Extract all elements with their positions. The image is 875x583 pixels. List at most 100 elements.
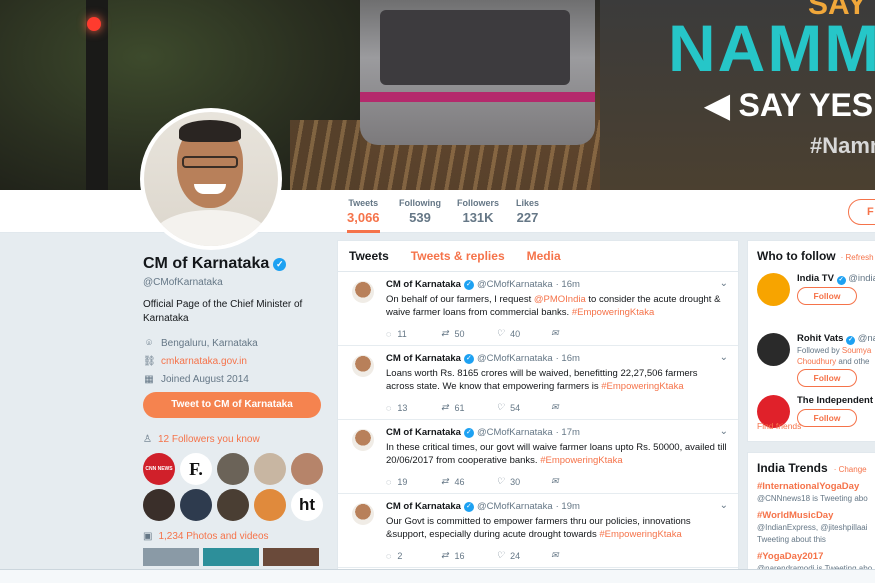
mention-link[interactable]: @PMOIndia xyxy=(534,294,586,305)
tweet-avatar[interactable] xyxy=(352,429,374,451)
retweet-button[interactable]: ⇄ 50 xyxy=(441,328,496,339)
reply-button[interactable]: ◌ 13 xyxy=(386,402,441,413)
envelope-icon: ✉ xyxy=(551,328,559,338)
tweet-author-handle[interactable]: @CMofKarnataka xyxy=(477,279,553,290)
tweet-item[interactable]: CM of Karnataka ✓ @CMofKarnataka · 17m ⌄… xyxy=(338,420,738,494)
photo-thumb[interactable] xyxy=(143,548,199,566)
hashtag-link[interactable]: #EmpoweringKtaka xyxy=(601,381,683,392)
tweet-author-name[interactable]: CM of Karnataka xyxy=(386,501,461,512)
suggestion-handle[interactable]: @na xyxy=(858,333,875,344)
nav-followers-count: 131K xyxy=(462,210,494,225)
tweet-author-handle[interactable]: @CMofKarnataka xyxy=(477,353,553,364)
change-trends-link[interactable]: · Change xyxy=(834,465,867,474)
photos-videos-link[interactable]: 1,234 Photos and videos xyxy=(158,531,268,542)
trend-item[interactable]: #InternationalYogaDay @CNNnews18 is Twee… xyxy=(757,481,875,504)
nav-following[interactable]: Following 539 xyxy=(399,198,441,225)
chevron-down-icon[interactable]: ⌄ xyxy=(720,278,728,289)
tweet-item[interactable]: CM of Karnataka ✓ @CMofKarnataka · 16m ⌄… xyxy=(338,346,738,420)
envelope-icon: ✉ xyxy=(551,550,559,560)
direct-message-button[interactable]: ✉ xyxy=(551,550,606,561)
follower-avatar[interactable] xyxy=(254,489,286,521)
retweet-button[interactable]: ⇄ 61 xyxy=(441,402,496,413)
follower-avatar[interactable] xyxy=(217,489,249,521)
trend-hashtag[interactable]: #WorldMusicDay xyxy=(757,510,875,521)
direct-message-button[interactable]: ✉ xyxy=(551,476,606,487)
hashtag-link[interactable]: #EmpoweringKtaka xyxy=(540,455,622,466)
followed-by-link[interactable]: Choudhury xyxy=(797,357,836,366)
nav-likes[interactable]: Likes 227 xyxy=(516,198,539,225)
like-button[interactable]: ♡ 24 xyxy=(496,550,551,561)
chevron-down-icon[interactable]: ⌄ xyxy=(720,500,728,511)
like-button[interactable]: ♡ 54 xyxy=(496,402,551,413)
trend-hashtag[interactable]: #YogaDay2017 xyxy=(757,551,875,562)
chevron-down-icon[interactable]: ⌄ xyxy=(720,352,728,363)
tweet-item[interactable]: CM of Karnataka ✓ @CMofKarnataka · 19m ⌄… xyxy=(338,494,738,568)
profile-handle[interactable]: @CMofKarnataka xyxy=(143,277,323,288)
follower-avatar[interactable] xyxy=(180,489,212,521)
hashtag-link[interactable]: #EmpoweringKtaka xyxy=(599,529,681,540)
photo-thumb[interactable] xyxy=(203,548,259,566)
chevron-down-icon[interactable]: ⌄ xyxy=(720,426,728,437)
tab-tweets[interactable]: Tweets xyxy=(349,249,389,271)
follower-avatar[interactable] xyxy=(254,453,286,485)
tweet-author-name[interactable]: CM of Karnataka xyxy=(386,427,461,438)
tweet-time[interactable]: · 19m xyxy=(556,501,580,512)
reply-button[interactable]: ◌ 2 xyxy=(386,550,441,561)
find-friends-link[interactable]: Find friends xyxy=(757,421,801,431)
refresh-link[interactable]: · Refresh xyxy=(841,253,874,262)
trend-hashtag[interactable]: #InternationalYogaDay xyxy=(757,481,875,492)
follower-avatar[interactable] xyxy=(291,453,323,485)
suggestion-name[interactable]: The Independent xyxy=(797,395,873,406)
nav-followers[interactable]: Followers 131K xyxy=(457,198,499,225)
retweet-button[interactable]: ⇄ 46 xyxy=(441,476,496,487)
suggestion-avatar[interactable] xyxy=(757,273,790,306)
suggestion-avatar[interactable] xyxy=(757,333,790,366)
image-icon: ▣ xyxy=(143,531,153,542)
like-button[interactable]: ♡ 30 xyxy=(496,476,551,487)
follower-avatar[interactable] xyxy=(143,489,175,521)
tab-tweets-replies[interactable]: Tweets & replies xyxy=(411,249,505,271)
tweet-author-name[interactable]: CM of Karnataka xyxy=(386,279,461,290)
avatar-shirt xyxy=(154,210,268,246)
like-button[interactable]: ♡ 40 xyxy=(496,328,551,339)
tweet-time[interactable]: · 16m xyxy=(556,279,580,290)
nav-tweets[interactable]: Tweets 3,066 xyxy=(347,198,380,233)
tweet-avatar[interactable] xyxy=(352,281,374,303)
retweet-count: 50 xyxy=(454,328,465,339)
profile-avatar[interactable] xyxy=(140,108,282,250)
tweet-avatar[interactable] xyxy=(352,503,374,525)
tweet-to-button[interactable]: Tweet to CM of Karnataka xyxy=(143,392,321,418)
tab-media[interactable]: Media xyxy=(527,249,561,271)
suggestion-handle[interactable]: @india xyxy=(848,273,875,284)
photo-strip xyxy=(143,548,323,566)
reply-button[interactable]: ◌ 11 xyxy=(386,328,441,339)
suggestion-name[interactable]: Rohit Vats xyxy=(797,333,843,344)
tweet-author-name[interactable]: CM of Karnataka xyxy=(386,353,461,364)
follow-button[interactable]: F xyxy=(848,199,875,225)
profile-name[interactable]: CM of Karnataka xyxy=(143,255,269,273)
tweet-author-handle[interactable]: @CMofKarnataka xyxy=(477,501,553,512)
tweet-author-handle[interactable]: @CMofKarnataka xyxy=(477,427,553,438)
followers-you-know-link[interactable]: 12 Followers you know xyxy=(158,434,260,445)
reply-button[interactable]: ◌ 19 xyxy=(386,476,441,487)
follower-avatar[interactable] xyxy=(217,453,249,485)
hashtag-link[interactable]: #EmpoweringKtaka xyxy=(572,307,654,318)
direct-message-button[interactable]: ✉ xyxy=(551,328,606,339)
tweet-time[interactable]: · 16m xyxy=(556,353,580,364)
photo-thumb[interactable] xyxy=(263,548,319,566)
follower-avatar[interactable]: ht xyxy=(291,489,323,521)
follow-suggestion-button[interactable]: Follow xyxy=(797,287,857,305)
followed-by-link[interactable]: Soumya xyxy=(842,346,871,355)
follower-avatar[interactable]: F. xyxy=(180,453,212,485)
tweet-item[interactable]: CM of Karnataka ✓ @CMofKarnataka · 16m ⌄… xyxy=(338,272,738,346)
tweet-time[interactable]: · 17m xyxy=(556,427,580,438)
retweet-button[interactable]: ⇄ 16 xyxy=(441,550,496,561)
suggestion-name[interactable]: India TV xyxy=(797,273,834,284)
follower-avatar[interactable]: CNN NEWS xyxy=(143,453,175,485)
trend-item[interactable]: #WorldMusicDay @IndianExpress, @jiteshpi… xyxy=(757,510,875,545)
follow-suggestion-button[interactable]: Follow xyxy=(797,369,857,387)
direct-message-button[interactable]: ✉ xyxy=(551,402,606,413)
profile-website-link[interactable]: cmkarnataka.gov.in xyxy=(161,356,247,367)
tweet-avatar[interactable] xyxy=(352,355,374,377)
follow-suggestion-button[interactable]: Follow xyxy=(797,409,857,427)
